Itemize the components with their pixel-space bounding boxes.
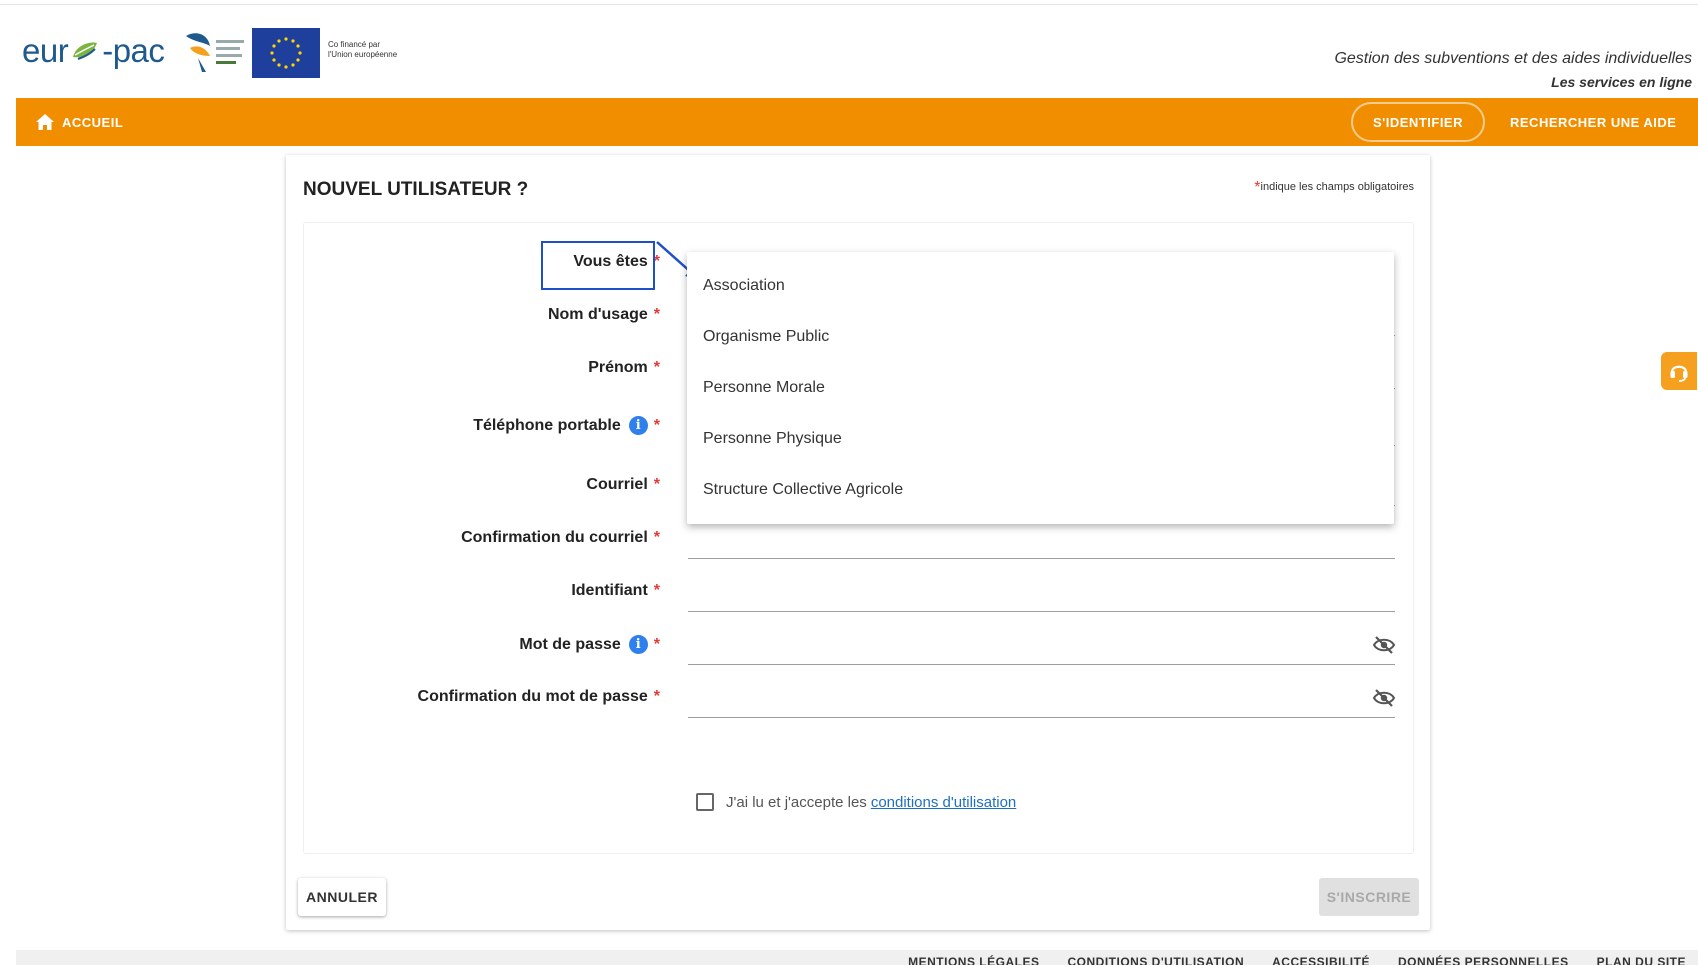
email-label-text: Courriel bbox=[586, 476, 648, 493]
site-header: eur -pac Co financé par l'Union européen… bbox=[16, 6, 1698, 98]
required-marker: * bbox=[653, 476, 660, 493]
terms-checkbox[interactable] bbox=[696, 793, 714, 811]
main-navbar: ACCUEIL S'IDENTIFIER RECHERCHER UNE AIDE bbox=[16, 98, 1698, 146]
last-name-label-text: Nom d'usage bbox=[547, 306, 648, 323]
dropdown-option-association[interactable]: Association bbox=[687, 260, 1394, 311]
europac-logo[interactable]: eur -pac bbox=[22, 32, 165, 69]
register-button[interactable]: S'INSCRIRE bbox=[1319, 878, 1419, 916]
eye-off-icon[interactable] bbox=[1372, 688, 1396, 708]
terms-row: J'ai lu et j'accepte les conditions d'ut… bbox=[688, 793, 1016, 811]
site-footer: MENTIONS LÉGALES CONDITIONS D'UTILISATIO… bbox=[16, 950, 1698, 965]
field-password: Mot de passe i * bbox=[304, 625, 1415, 665]
nav-home-label: ACCUEIL bbox=[62, 114, 124, 130]
search-aid-link[interactable]: RECHERCHER UNE AIDE bbox=[1510, 98, 1676, 146]
first-name-label-text: Prénom bbox=[588, 359, 648, 376]
footer-links: MENTIONS LÉGALES CONDITIONS D'UTILISATIO… bbox=[908, 950, 1698, 965]
last-name-label: Nom d'usage * bbox=[548, 306, 660, 324]
email-confirm-label-text: Confirmation du courriel bbox=[461, 529, 648, 546]
tagline-main: Gestion des subventions et des aides ind… bbox=[1334, 50, 1692, 67]
login-button[interactable]: S'IDENTIFIER bbox=[1351, 102, 1485, 142]
terms-text: J'ai lu et j'accepte les bbox=[726, 793, 867, 811]
field-password-confirm: Confirmation du mot de passe * bbox=[304, 678, 1415, 718]
required-marker: * bbox=[653, 306, 660, 323]
annotation-highlight-box bbox=[541, 241, 655, 290]
username-label-text: Identifiant bbox=[571, 582, 648, 599]
password-label: Mot de passe i * bbox=[519, 635, 660, 654]
required-marker: * bbox=[653, 635, 660, 653]
logo-text-right: -pac bbox=[102, 32, 165, 69]
password-confirm-label-text: Confirmation du mot de passe bbox=[417, 688, 648, 705]
user-type-dropdown: Association Organisme Public Personne Mo… bbox=[687, 252, 1394, 524]
required-note-text: indique les champs obligatoires bbox=[1260, 181, 1414, 193]
dropdown-option-structure-collective[interactable]: Structure Collective Agricole bbox=[687, 464, 1394, 515]
eye-off-icon[interactable] bbox=[1372, 635, 1396, 655]
first-name-label: Prénom * bbox=[588, 359, 660, 377]
help-button[interactable] bbox=[1661, 352, 1697, 390]
eu-flag-icon bbox=[252, 28, 320, 78]
collectivite-logo bbox=[186, 33, 244, 72]
footer-link-sitemap[interactable]: PLAN DU SITE bbox=[1597, 950, 1686, 965]
email-label: Courriel * bbox=[586, 476, 660, 494]
cofinance-line-1: Co financé par bbox=[328, 40, 381, 49]
username-input[interactable] bbox=[688, 572, 1395, 612]
tagline-sub: Les services en ligne bbox=[1551, 74, 1692, 90]
required-marker: * bbox=[653, 416, 660, 434]
password-label-text: Mot de passe bbox=[519, 635, 621, 653]
info-icon[interactable]: i bbox=[628, 416, 648, 435]
top-border bbox=[0, 0, 1698, 5]
username-label: Identifiant * bbox=[571, 582, 660, 600]
cofinance-text: Co financé par l'Union européenne bbox=[328, 40, 397, 61]
password-confirm-label: Confirmation du mot de passe * bbox=[418, 688, 660, 706]
footer-link-accessibility[interactable]: ACCESSIBILITÉ bbox=[1272, 950, 1370, 965]
page-title: NOUVEL UTILISATEUR ? bbox=[303, 179, 529, 200]
dropdown-option-personne-morale[interactable]: Personne Morale bbox=[687, 362, 1394, 413]
logo-text-left: eur bbox=[22, 32, 69, 69]
email-confirm-input[interactable] bbox=[688, 519, 1395, 559]
cancel-button[interactable]: ANNULER bbox=[298, 878, 386, 916]
required-fields-note: *indique les champs obligatoires bbox=[1254, 179, 1414, 197]
terms-link[interactable]: conditions d'utilisation bbox=[871, 794, 1016, 811]
email-confirm-label: Confirmation du courriel * bbox=[461, 529, 660, 547]
footer-link-privacy[interactable]: DONNÉES PERSONNELLES bbox=[1398, 950, 1569, 965]
footer-link-terms[interactable]: CONDITIONS D'UTILISATION bbox=[1067, 950, 1244, 965]
cofinance-line-2: l'Union européenne bbox=[328, 50, 398, 60]
field-username: Identifiant * bbox=[304, 572, 1415, 612]
required-marker: * bbox=[653, 529, 660, 546]
mobile-phone-label-text: Téléphone portable bbox=[473, 416, 621, 434]
dropdown-option-organisme-public[interactable]: Organisme Public bbox=[687, 311, 1394, 362]
footer-link-legal[interactable]: MENTIONS LÉGALES bbox=[908, 950, 1039, 965]
home-icon bbox=[36, 114, 54, 130]
required-marker: * bbox=[653, 582, 660, 599]
tagline: Gestion des subventions et des aides ind… bbox=[1334, 50, 1692, 90]
mobile-phone-label: Téléphone portable i * bbox=[473, 416, 660, 435]
field-email-confirm: Confirmation du courriel * bbox=[304, 519, 1415, 559]
password-confirm-input[interactable] bbox=[688, 678, 1395, 718]
headset-icon bbox=[1670, 365, 1688, 382]
info-icon[interactable]: i bbox=[628, 635, 648, 654]
nav-home-link[interactable]: ACCUEIL bbox=[36, 98, 123, 146]
password-input[interactable] bbox=[688, 625, 1395, 665]
required-marker: * bbox=[653, 359, 660, 376]
dropdown-option-personne-physique[interactable]: Personne Physique bbox=[687, 413, 1394, 464]
leaf-icon bbox=[73, 42, 98, 60]
required-marker: * bbox=[653, 688, 660, 705]
